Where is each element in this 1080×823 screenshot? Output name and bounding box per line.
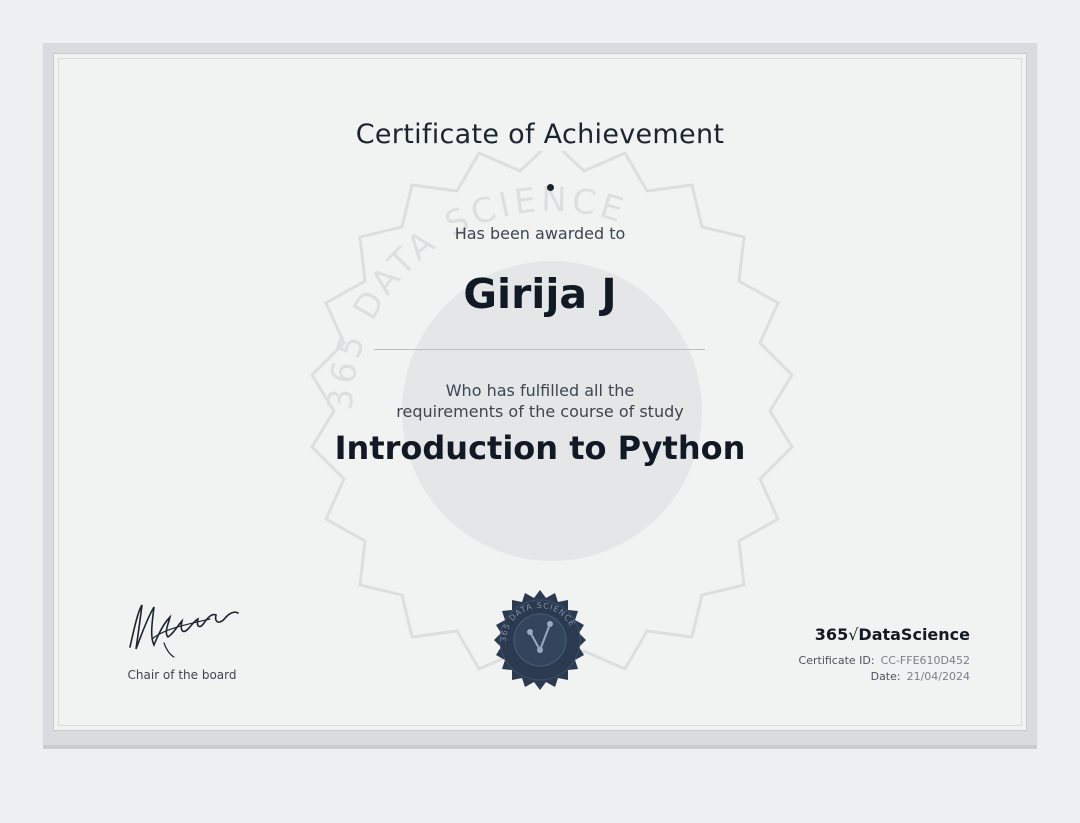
certificate-title: Certificate of Achievement: [355, 119, 725, 150]
signature-icon: [129, 604, 239, 658]
brand-check-icon: √: [848, 625, 859, 644]
course-title: Introduction to Python: [334, 429, 746, 467]
seal-badge-icon: 365 DATA SCIENCE: [494, 590, 586, 690]
certificate-id-label: Certificate ID:: [798, 654, 875, 667]
certificate-date-value: 21/04/2024: [906, 670, 970, 683]
certificate-id: Certificate ID: CC-FFE610D452: [799, 654, 970, 667]
certificate-date-label: Date:: [870, 670, 901, 683]
brand-logo: 365√DataScience: [815, 625, 970, 644]
recipient-name: Girija J: [463, 270, 617, 318]
certificate-id-value: CC-FFE610D452: [880, 654, 970, 667]
fulfilled-line-2: requirements of the course of study: [396, 402, 684, 421]
fulfilled-line-1: Who has fulfilled all the: [445, 381, 635, 400]
fulfilled-text: Who has fulfilled all the requirements o…: [54, 380, 1026, 422]
certificate-date: Date: 21/04/2024: [871, 670, 970, 683]
title-dot: [547, 184, 554, 191]
awarded-text: Has been awarded to: [454, 224, 626, 243]
certificate-paper: 365 DATA SCIENCE Certificate of Achievem…: [53, 53, 1027, 731]
brand-prefix: 365: [814, 625, 849, 644]
certificate-frame: 365 DATA SCIENCE Certificate of Achievem…: [43, 43, 1037, 749]
brand-name: DataScience: [858, 625, 970, 644]
signature-role: Chair of the board: [127, 668, 237, 682]
name-underline: [374, 349, 705, 350]
